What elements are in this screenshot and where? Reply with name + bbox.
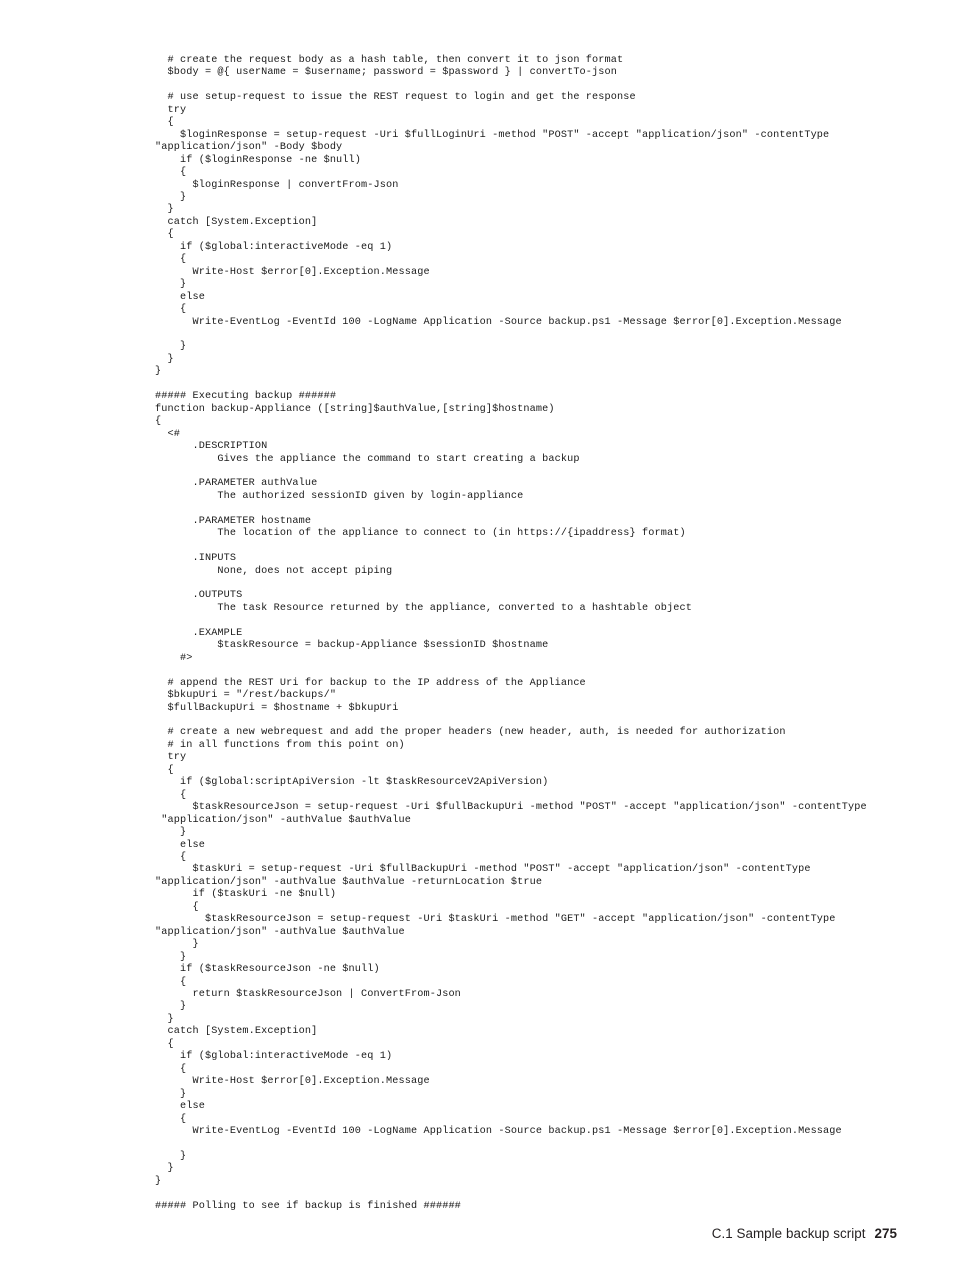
code-line: { [155,789,187,801]
code-line: ##### Executing backup ###### [155,391,337,403]
code-line: Write-EventLog -EventId 100 -LogName App… [155,316,842,328]
code-line: } [155,1013,174,1025]
code-line: return $taskResourceJson | ConvertFrom-J… [155,988,461,1000]
code-line: } [155,939,199,951]
code-line: <# [155,428,180,440]
code-line: Write-Host $error[0].Exception.Message [155,266,430,278]
code-line: .EXAMPLE [155,627,243,639]
code-line: { [155,764,174,776]
code-line: if ($global:scriptApiVersion -lt $taskRe… [155,777,549,789]
code-line: else [155,291,205,303]
code-line: { [155,117,174,129]
code-line: else [155,839,205,851]
code-line: $loginResponse | convertFrom-Json [155,179,399,191]
code-line: Write-Host $error[0].Exception.Message [155,1076,430,1088]
code-line: { [155,1113,187,1125]
code-line: } [155,1175,162,1187]
code-line: } [155,366,162,378]
code-line: { [155,254,187,266]
code-line: } [155,279,187,291]
code-line: "application/json" -authValue $authValue [155,926,405,938]
code-line: { [155,901,199,913]
code-line: #> [155,652,193,664]
document-page: # create the request body as a hash tabl… [0,0,954,1271]
code-line: if ($loginResponse -ne $null) [155,154,362,166]
code-line: try [155,752,187,764]
code-line: .INPUTS [155,553,237,565]
code-line: The task Resource returned by the applia… [155,602,692,614]
code-line: .PARAMETER authValue [155,478,318,490]
code-line: } [155,1163,174,1175]
code-line: } [155,204,174,216]
page-number: 275 [874,1226,897,1241]
code-line: catch [System.Exception] [155,216,318,228]
code-line: if ($global:interactiveMode -eq 1) [155,241,393,253]
code-line: .DESCRIPTION [155,441,268,453]
code-line: "application/json" -authValue $authValue… [155,876,543,888]
code-line: $body = @{ userName = $username; passwor… [155,67,618,79]
footer-section-title: C.1 Sample backup script [711,1226,866,1241]
code-line: { [155,976,187,988]
code-line: } [155,1001,187,1013]
code-line: $taskResourceJson = setup-request -Uri $… [155,802,867,814]
code-line: # append the REST Uri for backup to the … [155,677,586,689]
code-line: { [155,416,162,428]
code-line: # create the request body as a hash tabl… [155,55,624,66]
code-line: if ($taskResourceJson -ne $null) [155,964,380,976]
code-line: # create a new webrequest and add the pr… [155,727,786,739]
code-line: $loginResponse = setup-request -Uri $ful… [155,129,830,141]
code-line: $taskResourceJson = setup-request -Uri $… [155,914,836,926]
code-line: { [155,1063,187,1075]
code-line: if ($global:interactiveMode -eq 1) [155,1051,393,1063]
code-line: } [155,1150,187,1162]
code-line: } [155,341,187,353]
code-line: # in all functions from this point on) [155,739,405,751]
code-line: } [155,827,187,839]
code-line: if ($taskUri -ne $null) [155,889,337,901]
code-line: { [155,229,174,241]
code-line: { [155,304,187,316]
code-line: catch [System.Exception] [155,1026,318,1038]
code-listing: # create the request body as a hash tabl… [155,55,915,1213]
code-line: Write-EventLog -EventId 100 -LogName App… [155,1125,842,1137]
code-line: $bkupUri = "/rest/backups/" [155,690,337,702]
code-line: Gives the appliance the command to start… [155,453,580,465]
code-line: # use setup-request to issue the REST re… [155,92,636,104]
code-line: ##### Polling to see if backup is finish… [155,1200,461,1212]
code-line: { [155,167,187,179]
code-line: } [155,951,187,963]
code-line: $fullBackupUri = $hostname + $bkupUri [155,702,399,714]
code-line: } [155,191,187,203]
code-line: function backup-Appliance ([string]$auth… [155,403,555,415]
code-line: try [155,104,187,116]
page-footer: C.1 Sample backup script 275 [712,1226,897,1241]
code-line: $taskUri = setup-request -Uri $fullBacku… [155,864,811,876]
code-line: $taskResource = backup-Appliance $sessio… [155,640,549,652]
code-line: .PARAMETER hostname [155,515,312,527]
code-line: { [155,1038,174,1050]
code-line: The authorized sessionID given by login-… [155,490,524,502]
code-line: None, does not accept piping [155,565,393,577]
code-line: } [155,353,174,365]
code-line: "application/json" -Body $body [155,142,343,154]
code-line: } [155,1088,187,1100]
code-line: .OUTPUTS [155,590,243,602]
code-line: The location of the appliance to connect… [155,528,686,540]
code-line: "application/json" -authValue $authValue [155,814,411,826]
code-line: { [155,852,187,863]
code-line: else [155,1101,205,1113]
